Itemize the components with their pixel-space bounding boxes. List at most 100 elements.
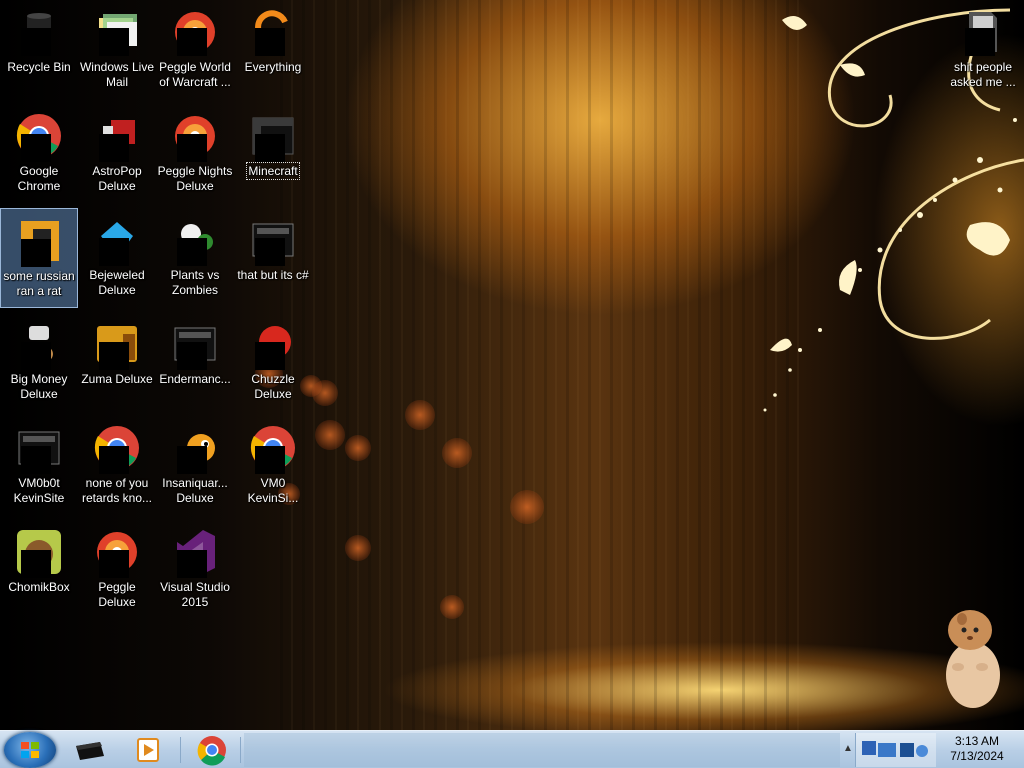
desktop-icon-label: Peggle Deluxe — [98, 580, 136, 609]
peggle-icon — [93, 528, 141, 578]
desktop-icon-label: AstroPop Deluxe — [92, 164, 142, 193]
desktop-icon[interactable]: Visual Studio 2015 — [156, 520, 234, 620]
bokeh-dot — [312, 380, 338, 406]
zuma-icon — [93, 320, 141, 370]
redaction-box — [99, 238, 129, 266]
redaction-box — [99, 134, 129, 162]
desktop-icon-label: Google Chrome — [17, 164, 61, 193]
redaction-box — [21, 550, 51, 578]
desktop-icon[interactable]: Endermanc... — [156, 312, 234, 412]
desktop-icon[interactable]: some russian ran a rat — [0, 208, 78, 308]
bokeh-dot — [405, 400, 435, 430]
redaction-box — [21, 446, 51, 474]
redaction-box — [965, 28, 995, 56]
windows-logo-icon — [21, 742, 39, 758]
taskbar-clock[interactable]: 3:13 AM 7/13/2024 — [938, 734, 1016, 764]
desktop-icon[interactable]: Peggle World of Warcraft ... — [156, 0, 234, 100]
redaction-box — [21, 342, 51, 370]
clock-time: 3:13 AM — [954, 734, 1000, 748]
media-player-icon — [137, 738, 159, 762]
redaction-box — [21, 134, 51, 162]
chrome-icon — [15, 112, 63, 162]
desktop-icon-label: shit people asked me ... — [950, 60, 1016, 89]
astropop-icon — [93, 112, 141, 162]
recycle-bin-icon — [15, 8, 63, 56]
desktop-icon[interactable]: Big Money Deluxe — [0, 312, 78, 412]
volume-icon — [900, 743, 914, 757]
redaction-box — [99, 28, 129, 56]
desktop-icon-label: none of you retards kno... — [81, 476, 153, 505]
taskbar: ▲ 3:13 AM 7/13/2024 — [0, 730, 1024, 768]
taskbar-empty-area — [244, 733, 840, 767]
insaniquarium-icon — [171, 424, 219, 474]
taskbar-separator — [240, 737, 241, 763]
desktop-icon[interactable]: Chuzzle Deluxe — [234, 312, 312, 412]
chrome-icon — [93, 424, 141, 474]
desktop-icon[interactable]: ChomikBox — [0, 520, 78, 620]
bokeh-dot — [345, 435, 371, 461]
desktop-icon[interactable]: Windows Live Mail — [78, 0, 156, 100]
desktop-icon-label: Insaniquar... Deluxe — [162, 476, 228, 505]
desktop-icon[interactable]: Google Chrome — [0, 104, 78, 204]
desktop-icon-label: Zuma Deluxe — [81, 372, 153, 386]
redaction-box — [177, 446, 207, 474]
application-icon — [15, 424, 63, 474]
desktop-icon[interactable]: Minecraft — [234, 104, 312, 204]
desktop-icon[interactable]: Bejeweled Deluxe — [78, 208, 156, 308]
redaction-box — [255, 446, 285, 474]
taskbar-pinned-chrome[interactable] — [192, 734, 232, 766]
desktop-icon[interactable]: AstroPop Deluxe — [78, 104, 156, 204]
desktop-icon[interactable]: Recycle Bin — [0, 0, 78, 100]
taskbar-pinned-black-app[interactable] — [70, 734, 110, 766]
chrome-icon — [249, 424, 297, 474]
desktop-icon[interactable]: Everything — [234, 0, 312, 100]
bokeh-dot — [442, 438, 472, 468]
desktop-icon[interactable]: Peggle Deluxe — [78, 520, 156, 620]
desktop-icon[interactable]: that but its c# — [234, 208, 312, 308]
redaction-box — [177, 28, 207, 56]
peggle-nights-icon — [171, 112, 219, 162]
taskbar-pinned-media-player[interactable] — [128, 734, 168, 766]
desktop-icon[interactable]: Peggle Nights Deluxe — [156, 104, 234, 204]
redaction-box — [177, 134, 207, 162]
hamster-gadget — [946, 610, 1000, 708]
windows-live-mail-icon — [93, 8, 141, 56]
redaction-box — [255, 28, 285, 56]
system-tray — [855, 733, 936, 767]
show-hidden-icons-arrow-icon[interactable]: ▲ — [843, 743, 853, 754]
desktop-icon[interactable]: Plants vs Zombies — [156, 208, 234, 308]
shortcut-icon — [15, 217, 63, 267]
taskbar-separator — [180, 737, 181, 763]
chrome-icon — [197, 736, 226, 766]
desktop-icon-label: Peggle Nights Deluxe — [157, 164, 233, 193]
redaction-box — [99, 550, 129, 578]
desktop-icon-label: Plants vs Zombies — [170, 268, 220, 297]
folder-icon — [959, 8, 1007, 56]
redaction-box — [177, 342, 207, 370]
redaction-box — [21, 28, 51, 56]
desktop-icon[interactable]: Insaniquar... Deluxe — [156, 416, 234, 516]
desktop-icon[interactable]: VM0b0t KevinSite — [0, 416, 78, 516]
big-money-icon — [15, 320, 63, 370]
desktop-icon[interactable]: none of you retards kno... — [78, 416, 156, 516]
wallpaper-streaks — [280, 0, 800, 730]
desktop-icon[interactable]: Zuma Deluxe — [78, 312, 156, 412]
action-center-icon — [916, 745, 928, 757]
redaction-box — [255, 134, 285, 162]
everything-search-icon — [249, 8, 297, 56]
desktop-icon-label: Big Money Deluxe — [10, 372, 68, 401]
desktop-icon-label: VM0 KevinSi... — [247, 476, 299, 505]
visual-studio-icon — [171, 528, 219, 578]
desktop-icon[interactable]: shit people asked me ... — [944, 0, 1022, 100]
desktop-icon[interactable]: VM0 KevinSi... — [234, 416, 312, 516]
redaction-box — [99, 446, 129, 474]
redaction-box — [255, 342, 285, 370]
clock-date: 7/13/2024 — [950, 749, 1004, 763]
bejeweled-icon — [93, 216, 141, 266]
start-button[interactable] — [4, 732, 56, 768]
network-icon — [878, 743, 896, 757]
tray-icons — [862, 741, 928, 757]
redaction-box — [21, 239, 51, 267]
bokeh-dot — [315, 420, 345, 450]
desktop-icon-label: Windows Live Mail — [79, 60, 155, 89]
